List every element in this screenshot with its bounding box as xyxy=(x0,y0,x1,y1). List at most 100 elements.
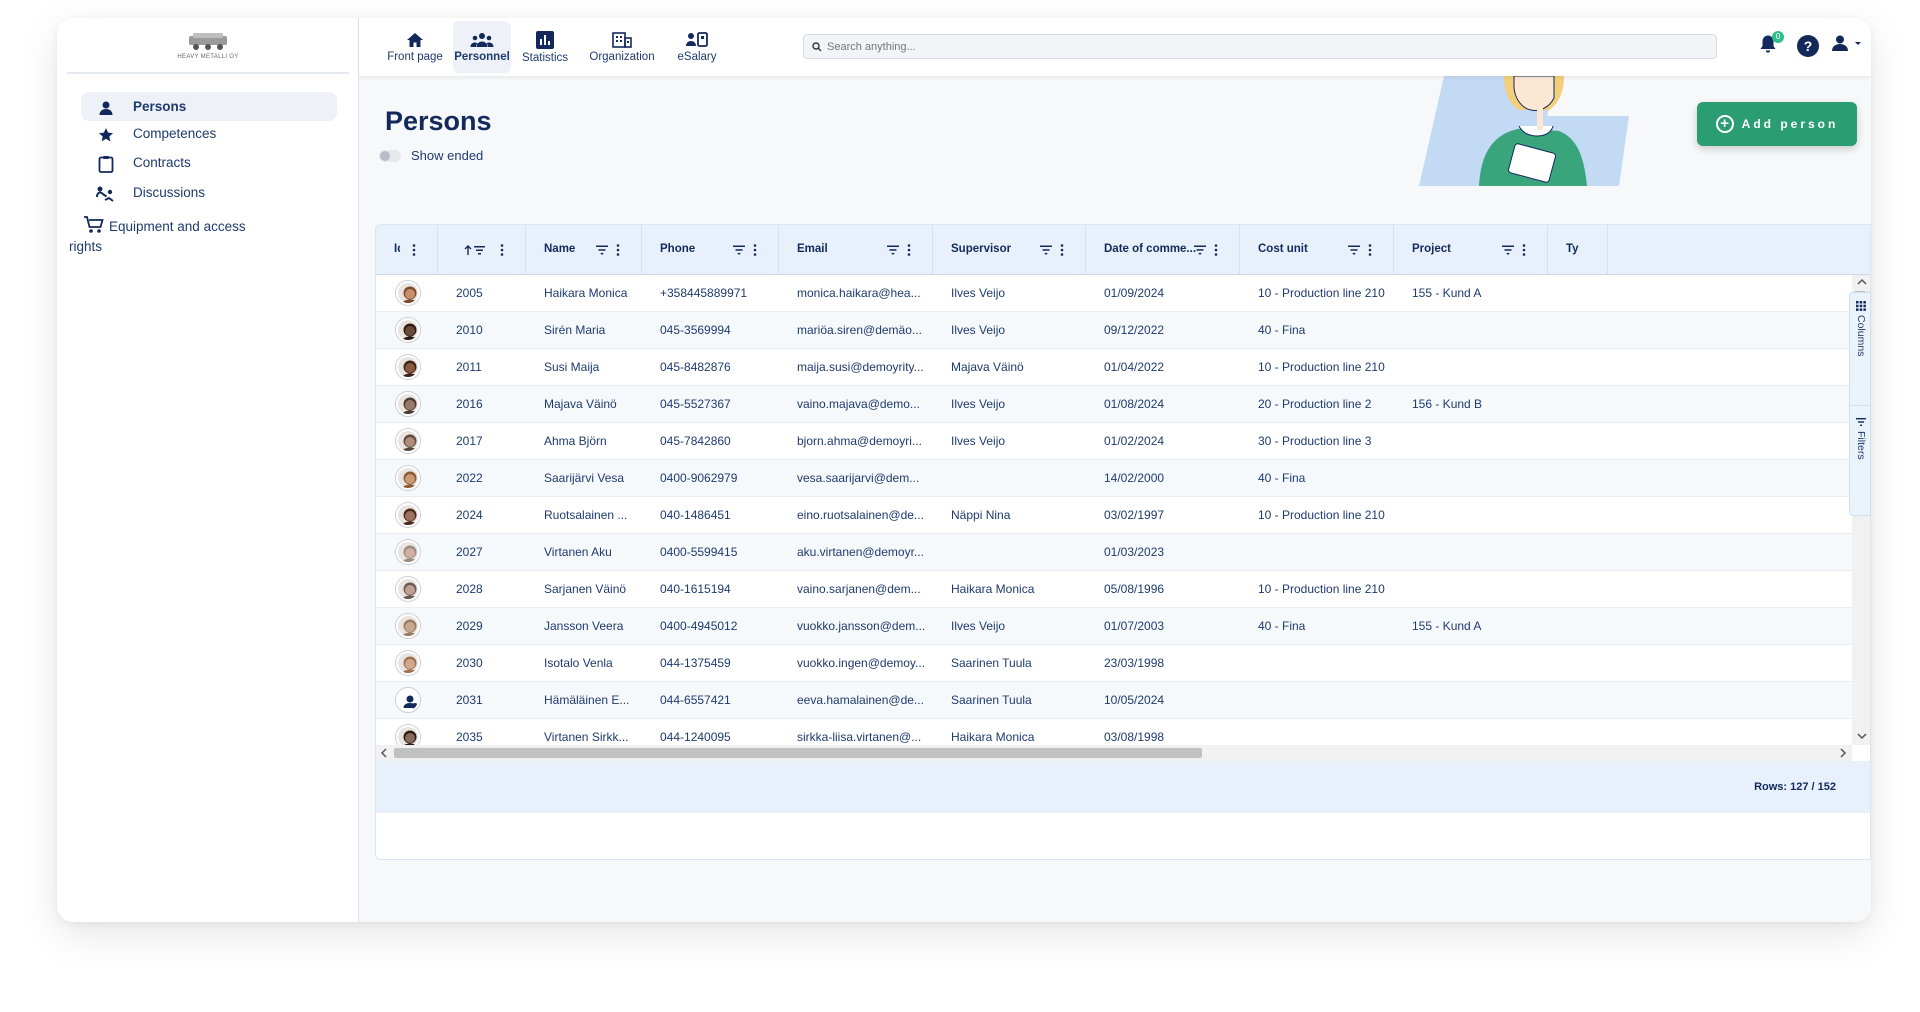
cell-person-name: Isotalo Venla xyxy=(544,656,613,670)
table-row[interactable]: 2029 Jansson Veera 0400-4945012 vuokko.jans… xyxy=(376,608,1852,645)
column-header-no[interactable] xyxy=(438,225,526,275)
table-row[interactable]: 2011 Susi Maija 045-8482876 maija.susi@demo… xyxy=(376,349,1852,386)
person-avatar xyxy=(396,392,420,416)
column-header-phone[interactable]: Phone xyxy=(642,225,779,275)
cell-project: 155 - Kund A xyxy=(1412,619,1482,633)
cell-start-date: 23/03/1998 xyxy=(1104,656,1165,670)
column-header-project[interactable]: Project xyxy=(1394,225,1548,275)
column-menu-icon[interactable] xyxy=(1214,244,1218,256)
table-row[interactable]: 2010 Sirén Maria 045-3569994 mariöa.siren@d… xyxy=(376,312,1852,349)
cell-person-name: Sarjanen Väinö xyxy=(544,582,627,596)
bar-chart-icon xyxy=(536,30,554,49)
table-row[interactable]: 2017 Ahma Björn 045-7842860 bjorn.ahma@demo… xyxy=(376,423,1852,460)
cell-email: vuokko.ingen@demoy... xyxy=(797,656,926,670)
column-menu-icon[interactable] xyxy=(1368,244,1372,256)
cell-start-date: 03/08/1998 xyxy=(1104,730,1165,744)
sidebar-item-discussions[interactable]: Discussions xyxy=(81,183,337,207)
nav-front-page[interactable]: Front page xyxy=(379,21,451,73)
search-input[interactable] xyxy=(827,40,1707,53)
show-ended-toggle[interactable]: Show ended xyxy=(379,148,483,163)
column-filter-icon[interactable] xyxy=(1194,244,1206,256)
table-row[interactable]: 2027 Virtanen Aku 0400-5599415 aku.virtanen… xyxy=(376,534,1852,571)
sort-ascending-icon[interactable] xyxy=(464,244,486,256)
scrollbar-thumb[interactable] xyxy=(394,748,1202,758)
column-header-id[interactable]: Id xyxy=(376,225,438,275)
scroll-left-icon[interactable] xyxy=(379,746,389,760)
nav-statistics[interactable]: Statistics xyxy=(513,21,577,73)
home-icon xyxy=(407,32,423,47)
column-filter-icon[interactable] xyxy=(887,244,899,256)
nav-personnel[interactable]: Personnel xyxy=(453,21,511,73)
column-menu-icon[interactable] xyxy=(1060,244,1064,256)
cell-employee-number: 2022 xyxy=(456,471,483,485)
column-menu-icon[interactable] xyxy=(500,244,504,256)
table-row[interactable]: 2022 Saarijärvi Vesa 0400-9062979 vesa.saar… xyxy=(376,460,1852,497)
table-row[interactable]: 2005 Haikara Monica +358445889971 monica.ha… xyxy=(376,275,1852,312)
cell-cost-unit: 30 - Production line 3 xyxy=(1258,434,1372,448)
cell-person-name: Virtanen Sirkk... xyxy=(544,730,629,744)
table-row[interactable]: 2024 Ruotsalainen ... 040-1486451 eino.ruot… xyxy=(376,497,1852,534)
nav-esalary[interactable]: eSalary xyxy=(667,21,727,73)
column-header-name[interactable]: Name xyxy=(526,225,642,275)
user-menu[interactable] xyxy=(1831,34,1863,52)
column-header-type[interactable]: Ty xyxy=(1548,225,1608,275)
grid-side-panel: Columns Filters xyxy=(1849,292,1871,516)
cell-project: 155 - Kund A xyxy=(1412,286,1482,300)
cell-email: eeva.hamalainen@de... xyxy=(797,693,924,707)
column-header-email[interactable]: Email xyxy=(779,225,933,275)
column-menu-icon[interactable] xyxy=(907,244,911,256)
chat-icon xyxy=(95,183,117,205)
column-header-label: Phone xyxy=(660,243,696,255)
company-logo[interactable]: HEAVY METALLI OY xyxy=(67,18,349,74)
cell-phone: +358445889971 xyxy=(660,286,748,300)
cell-person-name: Hämäläinen E... xyxy=(544,693,630,707)
cell-start-date: 14/02/2000 xyxy=(1104,471,1165,485)
column-menu-icon[interactable] xyxy=(412,244,416,256)
scroll-down-icon[interactable] xyxy=(1855,731,1869,741)
column-header-cost-unit[interactable]: Cost unit xyxy=(1240,225,1394,275)
scroll-right-icon[interactable] xyxy=(1838,746,1848,760)
search-bar[interactable] xyxy=(803,34,1717,59)
cell-supervisor: Näppi Nina xyxy=(951,508,1011,522)
cell-employee-number: 2028 xyxy=(456,582,483,596)
cell-employee-number: 2030 xyxy=(456,656,483,670)
column-header-supervisor[interactable]: Supervisor xyxy=(933,225,1086,275)
help-icon[interactable]: ? xyxy=(1797,35,1819,57)
table-row[interactable]: 2031 Hämäläinen E... 044-6557421 eeva.hamal… xyxy=(376,682,1852,719)
sidebar-item-competences[interactable]: Competences xyxy=(81,124,337,148)
column-filter-icon[interactable] xyxy=(1502,244,1514,256)
column-filter-icon[interactable] xyxy=(596,244,608,256)
column-filter-icon[interactable] xyxy=(1040,244,1052,256)
table-row[interactable]: 2030 Isotalo Venla 044-1375459 vuokko.ingen… xyxy=(376,645,1852,682)
column-menu-icon[interactable] xyxy=(616,244,620,256)
sidebar-item-contracts[interactable]: Contracts xyxy=(81,153,337,177)
cell-start-date: 01/02/2024 xyxy=(1104,434,1165,448)
nav-organization[interactable]: Organization xyxy=(581,21,663,73)
cell-email: maija.susi@demoyrity... xyxy=(797,360,924,374)
person-avatar xyxy=(396,429,420,453)
scroll-up-icon[interactable] xyxy=(1855,277,1869,287)
building-icon xyxy=(612,31,632,48)
cell-cost-unit: 40 - Fina xyxy=(1258,323,1306,337)
toggle-switch[interactable] xyxy=(379,149,401,162)
cell-start-date: 03/02/1997 xyxy=(1104,508,1165,522)
cell-cost-unit: 40 - Fina xyxy=(1258,471,1306,485)
columns-panel-tab[interactable]: Columns xyxy=(1850,301,1871,401)
cell-start-date: 01/07/2003 xyxy=(1104,619,1165,633)
column-filter-icon[interactable] xyxy=(733,244,745,256)
cell-supervisor: Ilves Veijo xyxy=(951,286,1006,300)
column-filter-icon[interactable] xyxy=(1348,244,1360,256)
sidebar-item-equipment[interactable]: Equipment and access rights xyxy=(69,214,337,256)
column-header-date[interactable]: Date of comme... xyxy=(1086,225,1240,275)
nav-label: Personnel xyxy=(454,50,510,63)
sidebar-item-persons[interactable]: Persons xyxy=(81,92,337,121)
filter-icon xyxy=(1856,418,1866,426)
horizontal-scrollbar[interactable] xyxy=(376,745,1852,761)
column-menu-icon[interactable] xyxy=(1522,244,1526,256)
table-row[interactable]: 2016 Majava Väinö 045-5527367 vaino.majava@… xyxy=(376,386,1852,423)
column-menu-icon[interactable] xyxy=(753,244,757,256)
filters-panel-tab[interactable]: Filters xyxy=(1850,417,1871,507)
table-row[interactable]: 2028 Sarjanen Väinö 040-1615194 vaino.sarja… xyxy=(376,571,1852,608)
nav-label: Organization xyxy=(589,50,655,63)
add-person-button[interactable]: + Add person xyxy=(1697,102,1857,146)
